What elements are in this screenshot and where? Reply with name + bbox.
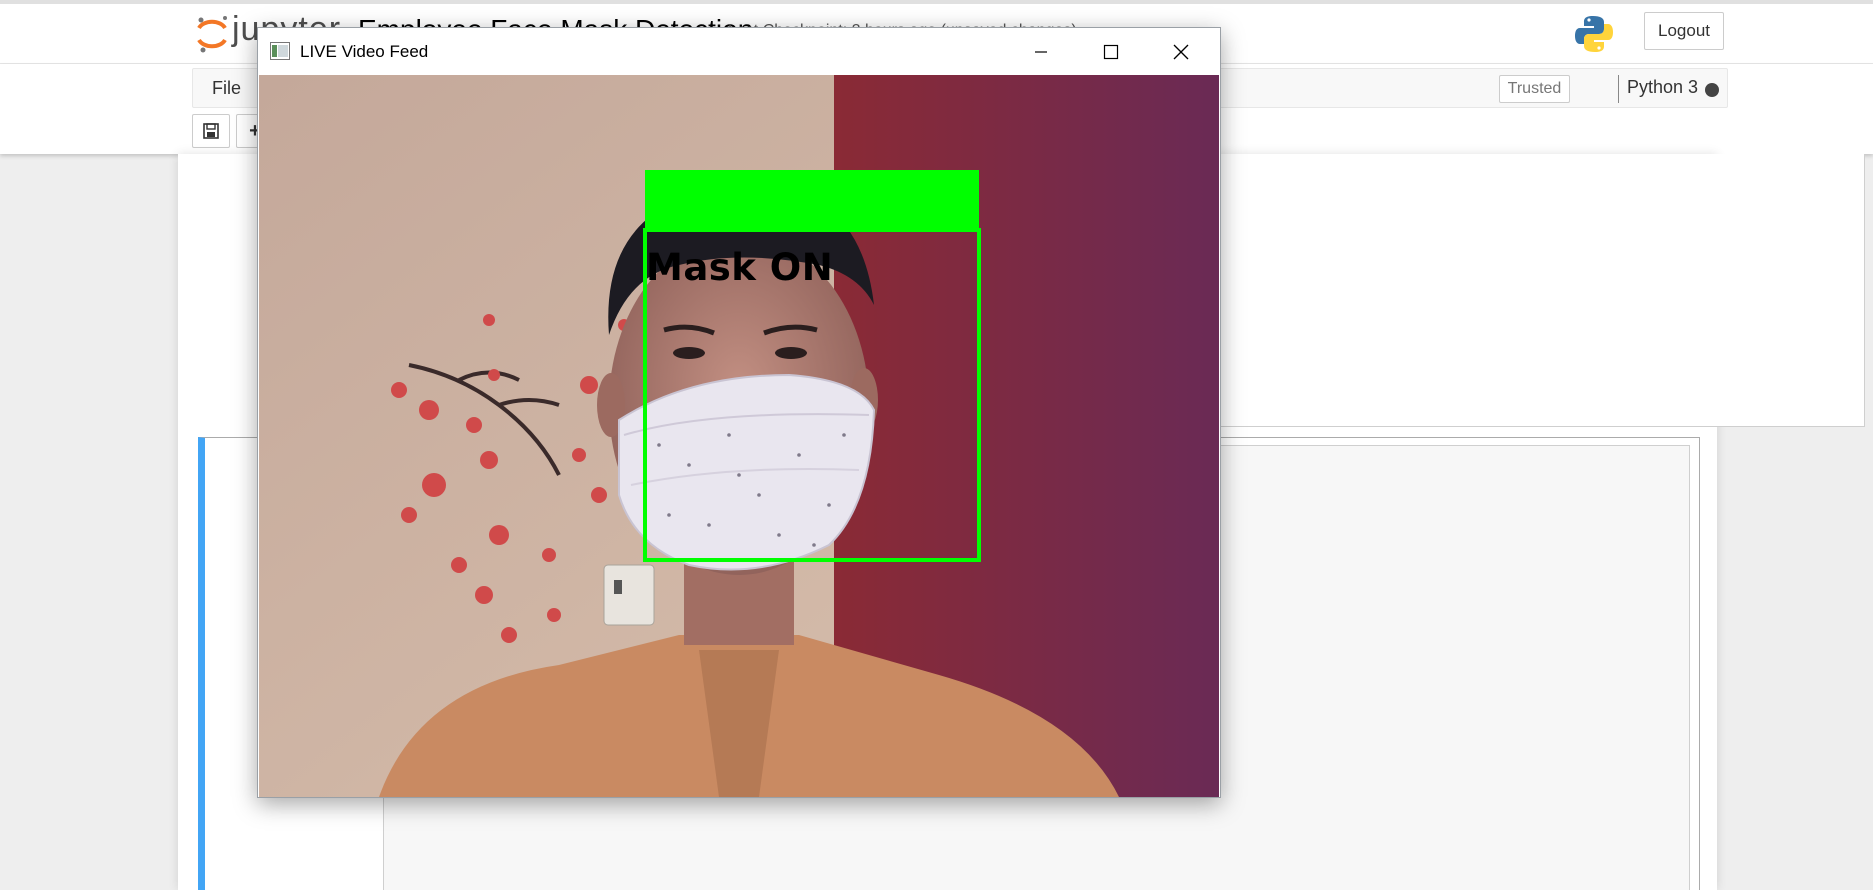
logout-button[interactable]: Logout: [1644, 12, 1724, 50]
app-window-icon: [270, 42, 290, 60]
close-icon: [1173, 44, 1189, 60]
save-icon: [203, 123, 219, 139]
minimize-icon: [1035, 51, 1047, 53]
save-button[interactable]: [192, 114, 230, 148]
close-button[interactable]: [1158, 34, 1204, 70]
window-title-bar[interactable]: LIVE Video Feed: [258, 28, 1220, 75]
trusted-badge[interactable]: Trusted: [1499, 75, 1570, 103]
minimize-button[interactable]: [1018, 34, 1064, 70]
kernel-separator: [1618, 75, 1619, 103]
video-feed-window[interactable]: LIVE Video Feed Mask ON: [257, 27, 1221, 798]
detection-label: Mask ON: [646, 246, 834, 289]
detection-label-background: [645, 170, 979, 230]
camera-frame-image: [259, 75, 1219, 797]
python-logo-icon: [1575, 16, 1613, 52]
video-frame: Mask ON: [259, 75, 1219, 797]
window-title: LIVE Video Feed: [300, 42, 429, 61]
kernel-status-indicator: [1705, 83, 1719, 97]
kernel-name[interactable]: Python 3: [1627, 77, 1698, 98]
maximize-button[interactable]: [1088, 34, 1134, 70]
menu-file[interactable]: File: [212, 78, 241, 99]
maximize-icon: [1103, 44, 1119, 60]
jupyter-logo-icon[interactable]: [195, 14, 229, 54]
